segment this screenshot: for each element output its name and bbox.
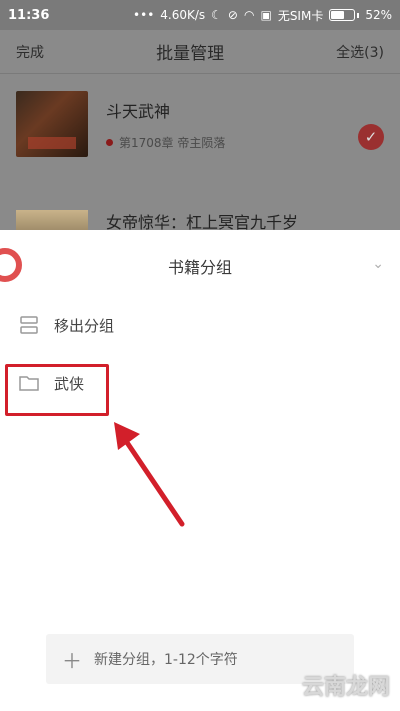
move-out-label: 移出分组: [54, 316, 115, 335]
book-row[interactable]: 斗天武神 第1708章 帝主陨落 ✓: [0, 74, 400, 174]
sim-icon: ▣: [260, 8, 272, 22]
highlight-box: [5, 364, 109, 416]
header-bar: 完成 批量管理 全选(3): [0, 30, 400, 74]
page-title: 批量管理: [156, 44, 225, 64]
status-time: 11:36: [8, 7, 50, 23]
pointer-arrow-icon: [114, 422, 185, 527]
status-bar: 11:36 ••• 4.60K/s ☾ ⊘ ◠ ▣ 无SIM卡 52%: [0, 0, 400, 30]
book-cover: [16, 210, 88, 232]
move-out-icon: [18, 315, 40, 335]
book-info: 斗天武神 第1708章 帝主陨落: [106, 98, 225, 151]
plus-icon: ＋: [62, 648, 82, 673]
signal-icon: •••: [133, 8, 155, 22]
book-row[interactable]: 女帝惊华：杠上冥官九千岁: [0, 210, 400, 232]
moon-icon: ☾: [211, 8, 222, 22]
lifebuoy-icon: [0, 248, 22, 282]
sheet-header: 书籍分组 ⌄: [0, 230, 400, 302]
done-button[interactable]: 完成: [16, 42, 44, 62]
book-title: 斗天武神: [106, 101, 171, 121]
book-cover: [16, 91, 88, 157]
unread-dot-icon: [106, 138, 113, 146]
wifi-icon: ◠: [243, 8, 255, 22]
battery-percent: 52%: [365, 8, 392, 22]
status-right: ••• 4.60K/s ☾ ⊘ ◠ ▣ 无SIM卡 52%: [133, 7, 392, 24]
battery-nub: [357, 12, 360, 18]
sim-status: 无SIM卡: [277, 8, 324, 23]
chapter-label: 第1708章 帝主陨落: [119, 135, 226, 150]
select-all-button[interactable]: 全选(3): [336, 42, 384, 62]
network-speed: 4.60K/s: [160, 8, 206, 22]
move-out-group-item[interactable]: 移出分组: [0, 296, 400, 354]
background-page: 完成 批量管理 全选(3) 斗天武神 第1708章 帝主陨落 ✓ 女帝惊华：杠上…: [0, 30, 400, 232]
watermark: 云南龙网: [301, 675, 390, 700]
chevron-down-icon[interactable]: ⌄: [372, 256, 384, 272]
group-sheet: 书籍分组 ⌄ 移出分组 武侠 ＋ 新建分组，1-12个字符: [0, 230, 400, 711]
battery-icon: [329, 9, 356, 21]
book-chapter: 第1708章 帝主陨落: [106, 134, 225, 151]
mute-icon: ⊘: [227, 8, 238, 22]
sheet-title: 书籍分组: [167, 258, 232, 277]
new-group-placeholder: 新建分组，1-12个字符: [94, 652, 238, 668]
checkmark-icon[interactable]: ✓: [358, 124, 384, 150]
